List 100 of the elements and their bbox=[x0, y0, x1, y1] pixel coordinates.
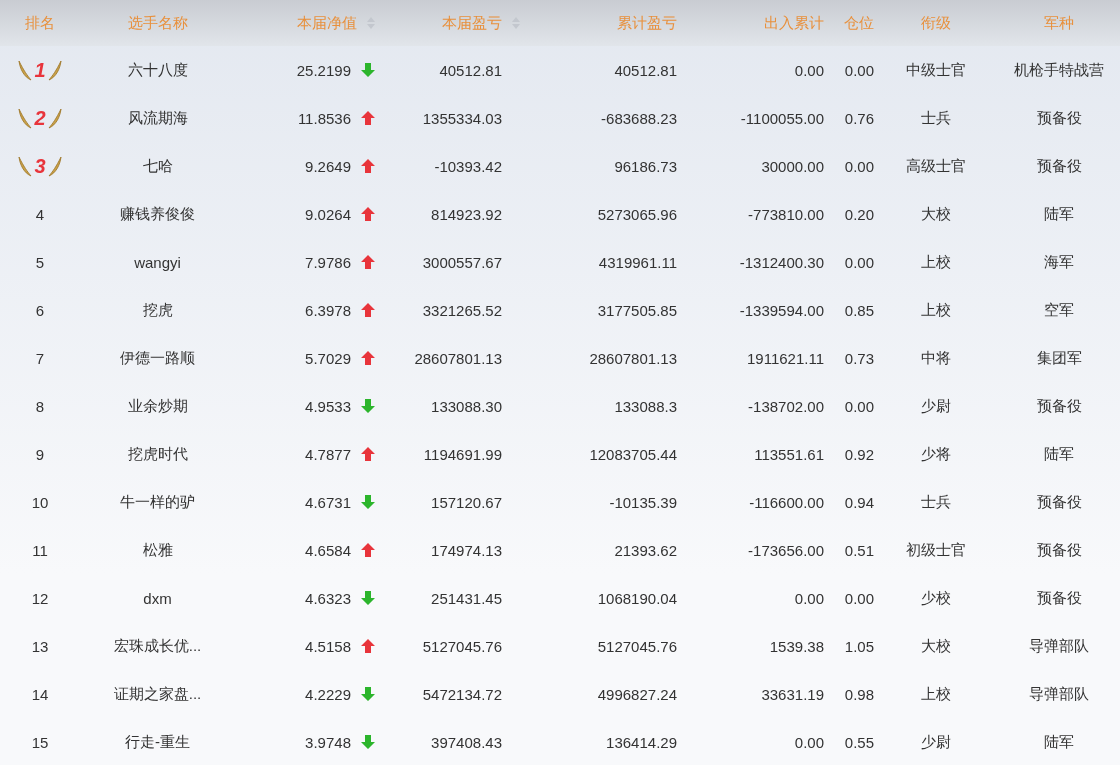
rank-number: 13 bbox=[31, 637, 49, 655]
period-profit: 5127045.76 bbox=[422, 637, 502, 655]
military-rank: 中级士官 bbox=[906, 60, 966, 80]
net-value: 5.7029 bbox=[305, 349, 351, 367]
net-value: 4.2229 bbox=[305, 685, 351, 703]
position-ratio: 0.92 bbox=[844, 445, 874, 463]
position-ratio: 0.55 bbox=[844, 733, 874, 751]
service-branch: 陆军 bbox=[1044, 444, 1074, 464]
net-value: 4.6323 bbox=[305, 589, 351, 607]
service-branch: 导弹部队 bbox=[1029, 684, 1089, 704]
position-ratio: 0.00 bbox=[844, 397, 874, 415]
military-rank: 少校 bbox=[921, 588, 951, 608]
player-name[interactable]: 松雅 bbox=[142, 540, 173, 560]
rank-number: 15 bbox=[31, 733, 49, 751]
winged-rank-badge: 3 bbox=[18, 154, 62, 178]
cash-flow: -1100055.00 bbox=[740, 109, 824, 127]
player-name[interactable]: 业余炒期 bbox=[127, 396, 188, 416]
position-ratio: 0.73 bbox=[844, 349, 874, 367]
player-name[interactable]: dxm bbox=[143, 589, 172, 607]
net-value: 7.9786 bbox=[305, 253, 351, 271]
net-value: 11.8536 bbox=[297, 109, 351, 127]
net-value: 25.2199 bbox=[296, 61, 351, 79]
column-header: 衔级 bbox=[921, 13, 951, 33]
net-value: 4.6731 bbox=[305, 493, 351, 511]
position-ratio: 0.76 bbox=[844, 109, 874, 127]
position-ratio: 0.00 bbox=[844, 253, 874, 271]
military-rank: 高级士官 bbox=[906, 156, 966, 176]
total-profit: 28607801.13 bbox=[589, 349, 677, 367]
net-value: 4.9533 bbox=[305, 397, 351, 415]
player-name[interactable]: 赚钱养俊俊 bbox=[120, 204, 195, 224]
military-rank: 少尉 bbox=[921, 732, 951, 752]
period-profit: 157120.67 bbox=[431, 493, 502, 511]
player-name[interactable]: 行走-重生 bbox=[125, 732, 190, 752]
military-rank: 初级士官 bbox=[906, 540, 966, 560]
period-profit: 3321265.52 bbox=[422, 301, 502, 319]
net-value: 9.2649 bbox=[305, 157, 351, 175]
total-profit: 5273065.96 bbox=[597, 205, 677, 223]
net-value: 9.0264 bbox=[305, 205, 351, 223]
total-profit: 136414.29 bbox=[606, 733, 677, 751]
total-profit: 1068190.04 bbox=[597, 589, 677, 607]
cash-flow: 113551.61 bbox=[754, 445, 824, 463]
total-profit: 12083705.44 bbox=[589, 445, 677, 463]
service-branch: 机枪手特战营 bbox=[1014, 60, 1104, 80]
position-ratio: 0.85 bbox=[844, 301, 874, 319]
service-branch: 集团军 bbox=[1036, 348, 1082, 368]
service-branch: 预备役 bbox=[1036, 396, 1082, 416]
winged-rank-badge: 2 bbox=[18, 106, 62, 130]
position-ratio: 1.05 bbox=[844, 637, 874, 655]
position-ratio: 0.51 bbox=[844, 541, 874, 559]
rank-number: 14 bbox=[31, 685, 49, 703]
service-branch: 海军 bbox=[1044, 252, 1074, 272]
total-profit: 21393.62 bbox=[614, 541, 677, 559]
net-value: 4.5158 bbox=[305, 637, 351, 655]
player-name[interactable]: 六十八度 bbox=[127, 60, 188, 80]
rank-number: 10 bbox=[31, 493, 49, 511]
player-name[interactable]: 牛一样的驴 bbox=[120, 492, 195, 512]
service-branch: 预备役 bbox=[1036, 492, 1082, 512]
cash-flow: -173656.00 bbox=[748, 541, 824, 559]
cash-flow: -1339594.00 bbox=[739, 301, 824, 319]
period-profit: 5472134.72 bbox=[422, 685, 502, 703]
period-profit: 1355334.03 bbox=[422, 109, 502, 127]
total-profit: -10135.39 bbox=[609, 493, 677, 511]
military-rank: 上校 bbox=[921, 252, 951, 272]
position-ratio: 0.00 bbox=[844, 61, 874, 79]
cash-flow: 0.00 bbox=[794, 61, 824, 79]
position-ratio: 0.00 bbox=[844, 589, 874, 607]
position-ratio: 0.20 bbox=[844, 205, 874, 223]
military-rank: 士兵 bbox=[921, 492, 951, 512]
period-profit: 133088.30 bbox=[431, 397, 502, 415]
period-profit: 814923.92 bbox=[431, 205, 502, 223]
total-profit: -683688.23 bbox=[601, 109, 677, 127]
rank-number: 11 bbox=[32, 541, 48, 559]
military-rank: 上校 bbox=[921, 684, 951, 704]
total-profit: 3177505.85 bbox=[597, 301, 677, 319]
net-value: 6.3978 bbox=[305, 301, 351, 319]
period-profit: -10393.42 bbox=[434, 157, 502, 175]
period-profit: 251431.45 bbox=[431, 589, 502, 607]
total-profit: 133088.3 bbox=[614, 397, 677, 415]
period-profit: 174974.13 bbox=[431, 541, 502, 559]
player-name[interactable]: 证期之家盘... bbox=[113, 684, 202, 704]
cash-flow: -1312400.30 bbox=[739, 253, 824, 271]
player-name[interactable]: 挖虎时代 bbox=[127, 444, 188, 464]
military-rank: 士兵 bbox=[921, 108, 951, 128]
cash-flow: 0.00 bbox=[794, 589, 824, 607]
player-name[interactable]: 七哈 bbox=[142, 156, 173, 176]
rank-number: 6 bbox=[35, 301, 45, 319]
military-rank: 少将 bbox=[921, 444, 951, 464]
military-rank: 中将 bbox=[921, 348, 951, 368]
cash-flow: 33631.19 bbox=[761, 685, 824, 703]
cash-flow: 30000.00 bbox=[761, 157, 824, 175]
player-name[interactable]: wangyi bbox=[134, 253, 181, 271]
military-rank: 大校 bbox=[921, 636, 951, 656]
net-value: 3.9748 bbox=[305, 733, 351, 751]
net-value: 4.6584 bbox=[305, 541, 351, 559]
period-profit: 3000557.67 bbox=[422, 253, 502, 271]
position-ratio: 0.00 bbox=[844, 157, 874, 175]
player-name[interactable]: 宏珠成长优... bbox=[113, 636, 202, 656]
player-name[interactable]: 伊德一路顺 bbox=[120, 348, 195, 368]
player-name[interactable]: 挖虎 bbox=[142, 300, 173, 320]
player-name[interactable]: 风流期海 bbox=[127, 108, 188, 128]
